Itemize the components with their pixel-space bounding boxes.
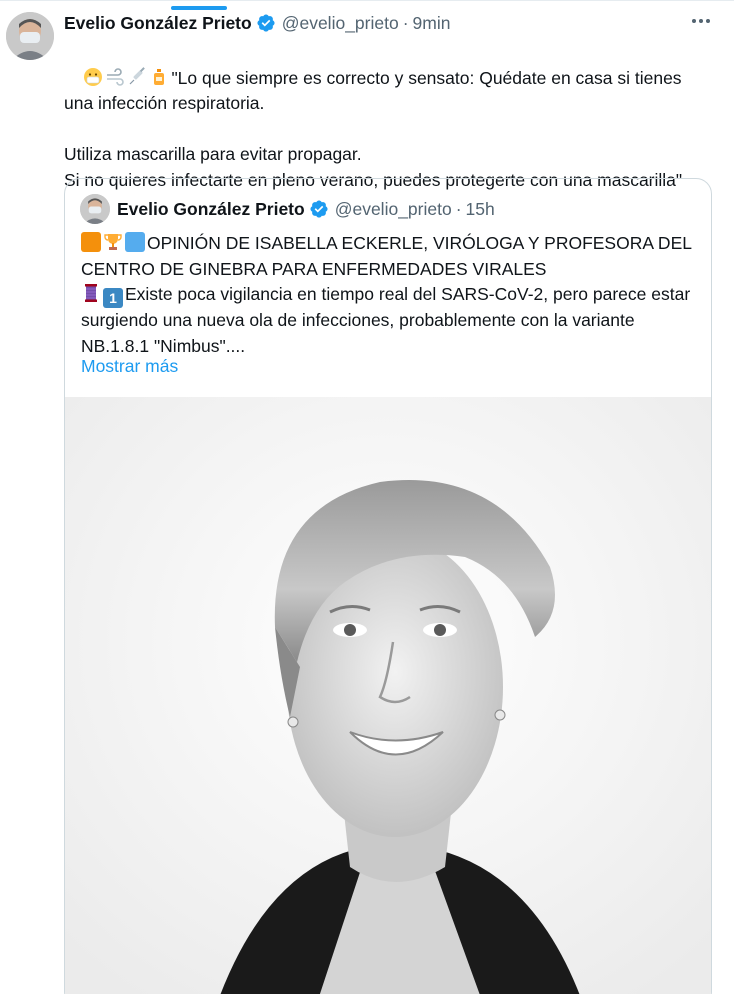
quoted-tweet-text: OPINIÓN DE ISABELLA ECKERLE, VIRÓLOGA Y … (81, 231, 701, 359)
verified-badge-icon (310, 200, 328, 218)
scroll-position-indicator (171, 6, 227, 10)
quoted-tweet-header: Evelio González Prieto @evelio_prieto · … (117, 198, 495, 220)
trophy-emoji-icon (104, 234, 122, 250)
keycap-1-emoji-icon: 1 (103, 288, 123, 309)
quoted-author-avatar[interactable] (80, 194, 110, 224)
orange-square-emoji-icon (81, 232, 101, 252)
top-divider (0, 0, 734, 1)
syringe-emoji-icon (130, 66, 146, 85)
mask-face-emoji-icon (84, 67, 103, 86)
separator-dot: · (455, 198, 462, 219)
author-handle[interactable]: @evelio_prieto (282, 13, 399, 34)
quoted-tweet-timestamp[interactable]: 15h (466, 199, 495, 220)
tweet-timestamp[interactable]: 9min (413, 13, 451, 34)
tweet-text-line-2: Utiliza mascarilla para evitar propagar. (64, 144, 362, 165)
tweet-header: Evelio González Prieto @evelio_prieto · … (64, 12, 450, 34)
quoted-tweet-photo[interactable] (65, 397, 711, 994)
quoted-author-handle[interactable]: @evelio_prieto (335, 199, 452, 220)
tweet-text: "Lo que siempre es correcto y sensato: Q… (64, 40, 714, 194)
quoted-heading: OPINIÓN DE ISABELLA ECKERLE, VIRÓLOGA Y … (81, 233, 692, 279)
verified-badge-icon (257, 14, 275, 32)
quoted-tweet-card[interactable]: Evelio González Prieto @evelio_prieto · … (64, 178, 712, 994)
thread-emoji-icon (85, 284, 97, 303)
author-avatar[interactable] (6, 12, 54, 60)
separator-dot: · (402, 12, 409, 33)
lotion-bottle-emoji-icon (154, 68, 165, 85)
quoted-author-name[interactable]: Evelio González Prieto (117, 199, 305, 220)
more-options-icon[interactable] (690, 10, 712, 32)
emoji-row (83, 66, 169, 87)
quoted-body: Existe poca vigilancia en tiempo real de… (81, 284, 691, 356)
blue-square-emoji-icon (125, 232, 145, 252)
show-more-link[interactable]: Mostrar más (81, 356, 178, 377)
wind-emoji-icon (107, 67, 125, 86)
author-name[interactable]: Evelio González Prieto (64, 13, 252, 34)
